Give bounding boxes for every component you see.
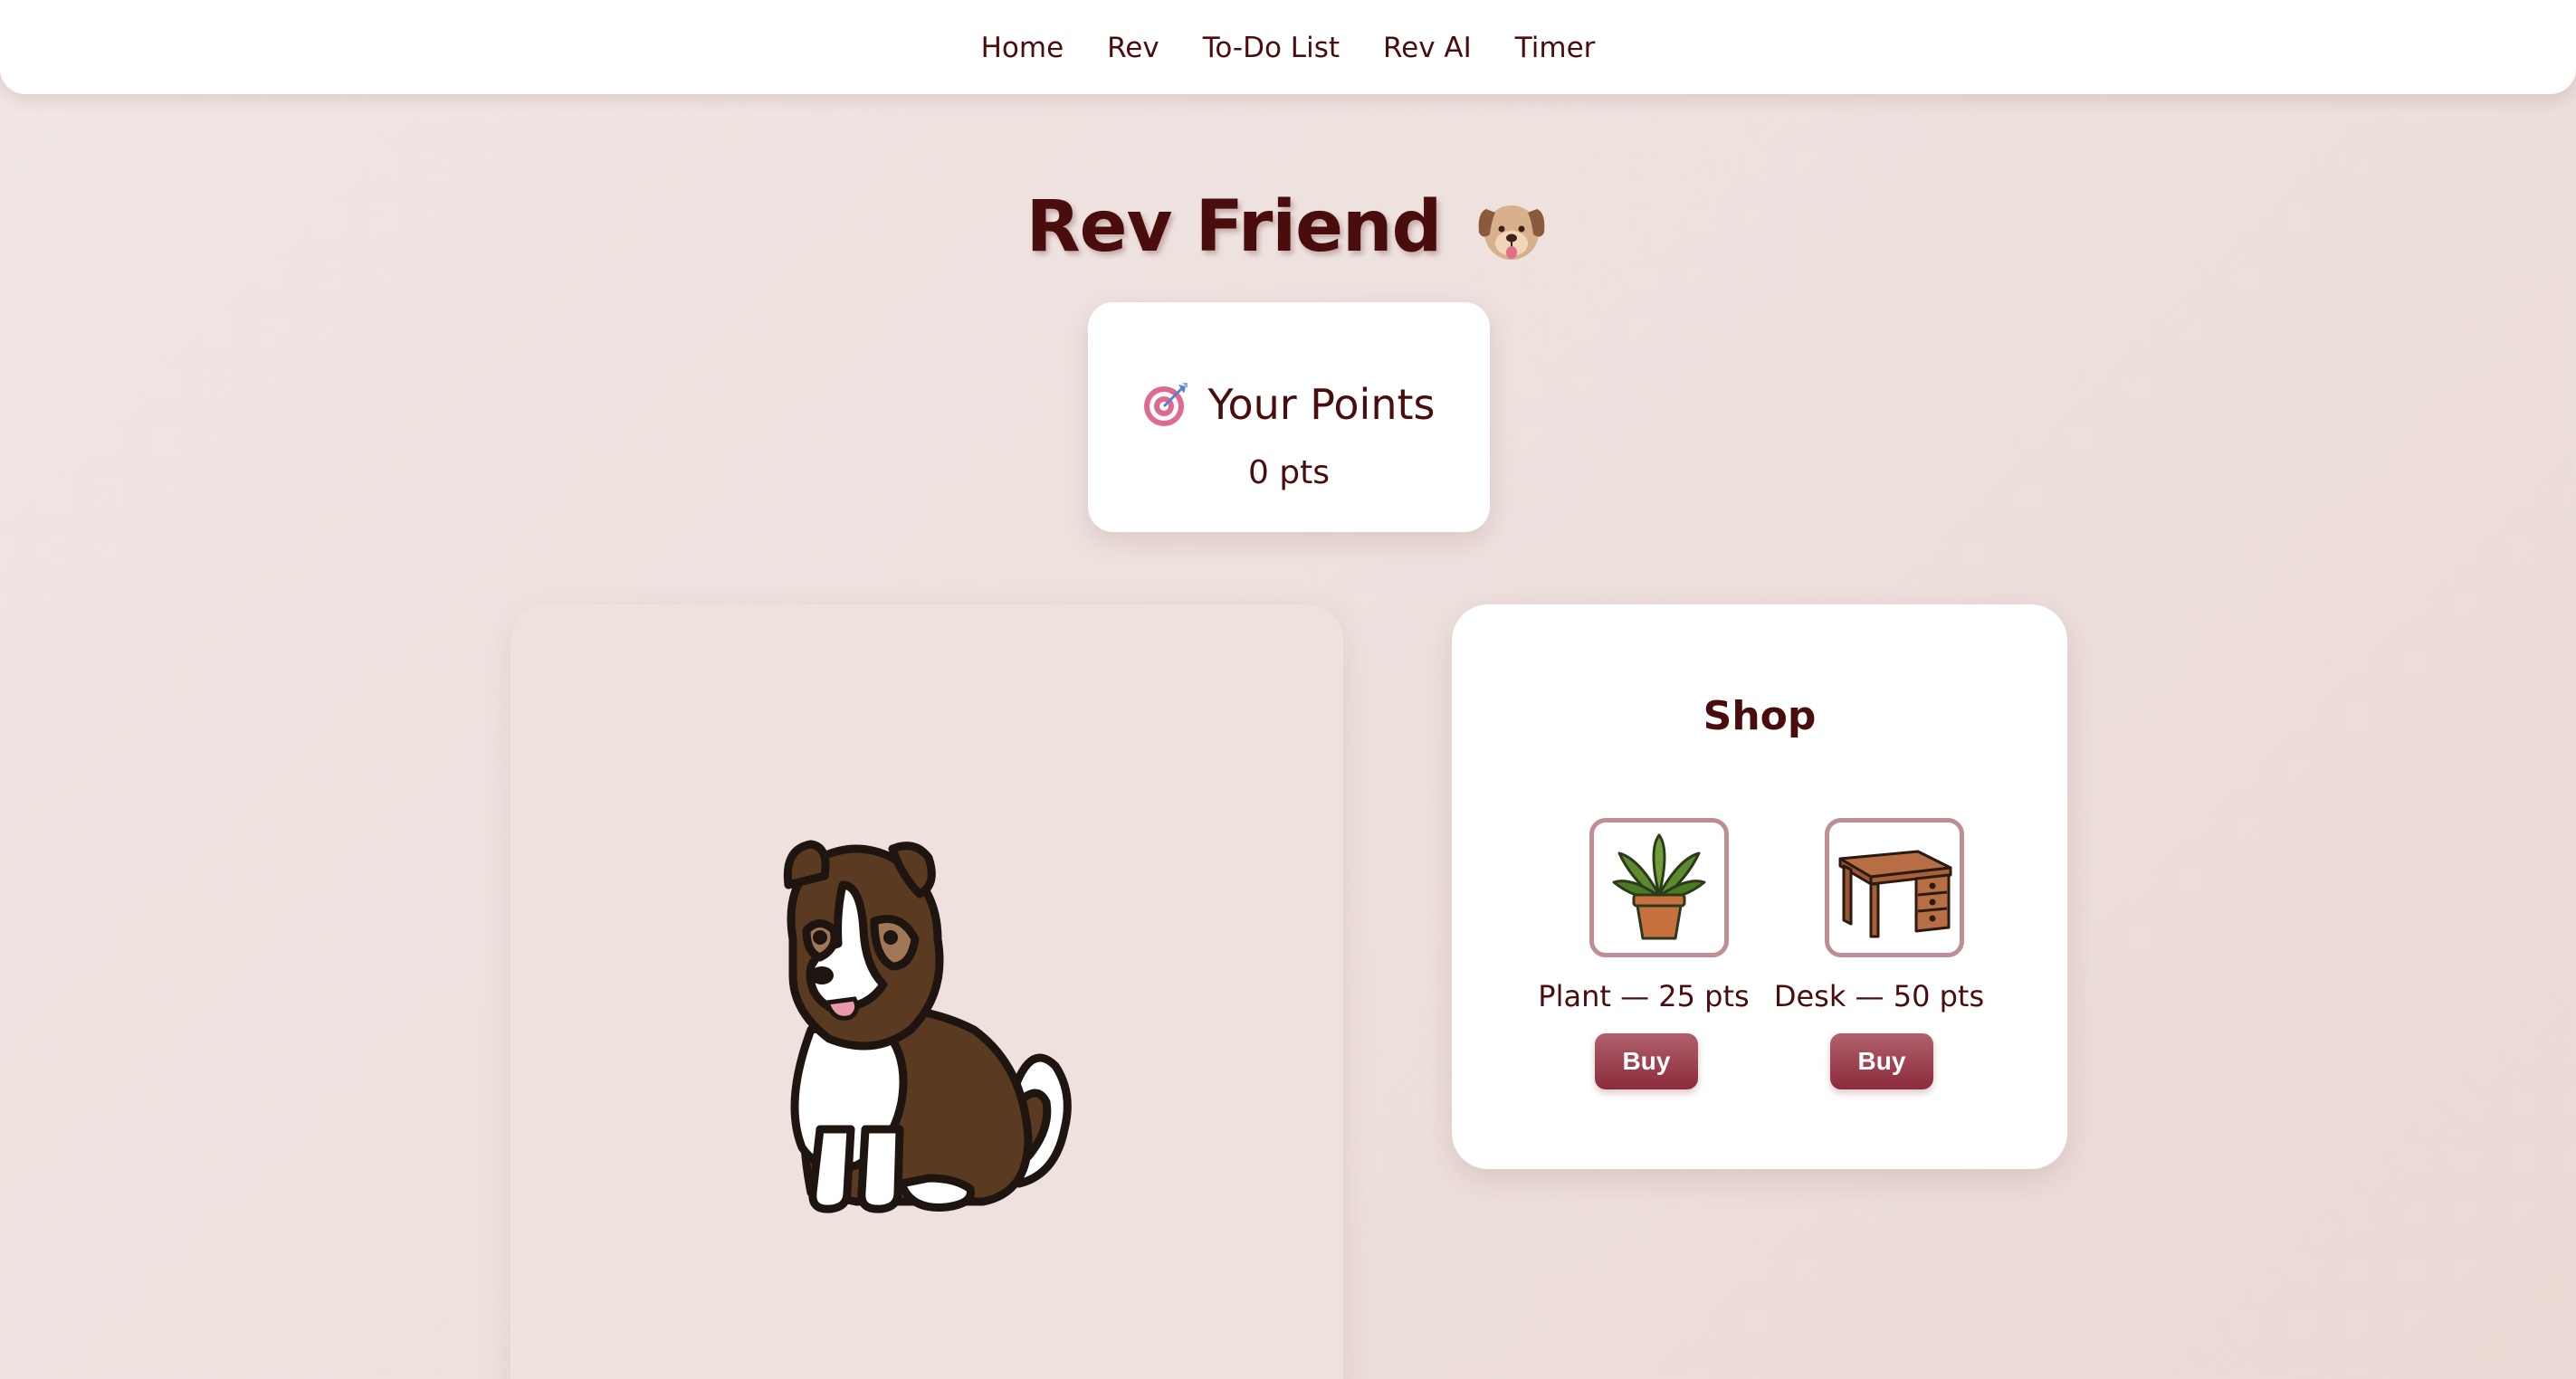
shop-item-desk: Desk — 50 pts Buy xyxy=(1770,818,1988,1089)
nav-link-rev-ai[interactable]: Rev AI xyxy=(1383,32,1472,64)
shop-title: Shop xyxy=(1703,693,1817,739)
nav-link-rev[interactable]: Rev xyxy=(1107,32,1159,64)
shop-item-plant: Plant — 25 pts Buy xyxy=(1535,818,1752,1089)
points-heading: Your Points xyxy=(1088,380,1490,429)
desk-item-label: Desk — 50 pts xyxy=(1773,979,1985,1013)
buy-desk-button[interactable]: Buy xyxy=(1830,1033,1933,1089)
plant-icon xyxy=(1589,818,1729,957)
desk-icon xyxy=(1825,818,1964,957)
nav-link-todo-list[interactable]: To-Do List xyxy=(1203,32,1340,64)
points-card: Your Points 0 pts xyxy=(1088,302,1490,532)
nav-link-timer[interactable]: Timer xyxy=(1515,32,1596,64)
target-icon xyxy=(1142,381,1189,428)
points-value: 0 pts xyxy=(1247,454,1331,491)
shop-card: Shop Plant — 25 pts Buy Desk — 50 pts Bu… xyxy=(1452,604,2067,1169)
plant-item-label: Plant — 25 pts xyxy=(1538,979,1750,1013)
page-title-text: Rev Friend xyxy=(1026,186,1443,268)
page-title: Rev Friend xyxy=(0,186,2576,268)
points-heading-text: Your Points xyxy=(1207,380,1436,429)
nav-menu: Home Rev To-Do List Rev AI Timer xyxy=(0,0,2576,96)
pet-display-card xyxy=(510,604,1343,1379)
dog-face-icon xyxy=(1474,193,1550,265)
buy-plant-button[interactable]: Buy xyxy=(1595,1033,1698,1089)
nav-link-home[interactable]: Home xyxy=(981,32,1064,64)
dog-illustration xyxy=(757,831,1083,1229)
